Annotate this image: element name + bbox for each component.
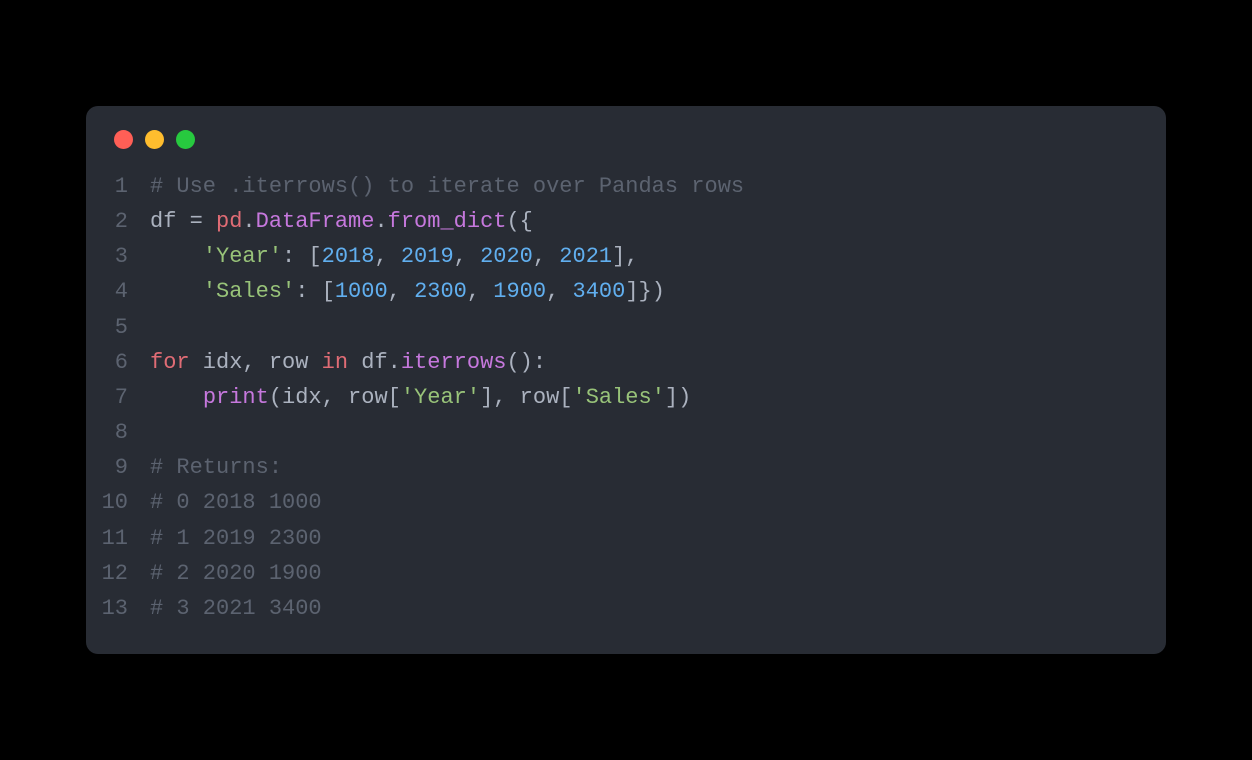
code-line[interactable]: 13# 3 2021 3400 [86, 591, 1166, 626]
code-token: 3400 [573, 279, 626, 304]
code-content[interactable]: 'Year': [2018, 2019, 2020, 2021], [150, 239, 639, 274]
code-token: iterrows [401, 350, 507, 375]
code-content[interactable]: # Returns: [150, 450, 282, 485]
code-line[interactable]: 6for idx, row in df.iterrows(): [86, 345, 1166, 380]
code-content[interactable]: df = pd.DataFrame.from_dict({ [150, 204, 533, 239]
code-line[interactable]: 8 [86, 415, 1166, 450]
code-token: from_dict [388, 209, 507, 234]
code-window: 1# Use .iterrows() to iterate over Panda… [86, 106, 1166, 654]
code-token: in [322, 350, 348, 375]
code-content[interactable]: 'Sales': [1000, 2300, 1900, 3400]}) [150, 274, 665, 309]
line-number: 11 [86, 521, 150, 556]
code-token: (): [506, 350, 546, 375]
code-token: 1000 [335, 279, 388, 304]
code-token: , [374, 244, 400, 269]
code-token: ], row[ [480, 385, 572, 410]
line-number: 12 [86, 556, 150, 591]
code-token: = [190, 209, 203, 234]
code-token: # Returns: [150, 455, 282, 480]
code-line[interactable]: 11# 1 2019 2300 [86, 521, 1166, 556]
minimize-icon[interactable] [145, 130, 164, 149]
code-line[interactable]: 2df = pd.DataFrame.from_dict({ [86, 204, 1166, 239]
code-token: 'Year' [203, 244, 282, 269]
maximize-icon[interactable] [176, 130, 195, 149]
code-token: ]}) [625, 279, 665, 304]
code-token: # 2 2020 1900 [150, 561, 322, 586]
line-number: 5 [86, 310, 150, 345]
code-token: : [ [295, 279, 335, 304]
line-number: 6 [86, 345, 150, 380]
line-number: 13 [86, 591, 150, 626]
line-number: 4 [86, 274, 150, 309]
code-content[interactable]: for idx, row in df.iterrows(): [150, 345, 546, 380]
code-token: 2300 [414, 279, 467, 304]
code-token: ({ [506, 209, 532, 234]
line-number: 9 [86, 450, 150, 485]
code-content[interactable]: print(idx, row['Year'], row['Sales']) [150, 380, 691, 415]
code-token: pd [203, 209, 243, 234]
code-content[interactable]: # 2 2020 1900 [150, 556, 322, 591]
code-token: , [546, 279, 572, 304]
code-content[interactable]: # 3 2021 3400 [150, 591, 322, 626]
code-token [150, 279, 203, 304]
code-token: 'Sales' [203, 279, 295, 304]
code-token: 2020 [480, 244, 533, 269]
window-controls [86, 130, 1166, 169]
code-token: 2018 [322, 244, 375, 269]
code-line[interactable]: 7 print(idx, row['Year'], row['Sales']) [86, 380, 1166, 415]
code-token: , [467, 279, 493, 304]
code-line[interactable]: 10# 0 2018 1000 [86, 485, 1166, 520]
close-icon[interactable] [114, 130, 133, 149]
code-token: 'Year' [401, 385, 480, 410]
code-token: # 1 2019 2300 [150, 526, 322, 551]
code-line[interactable]: 5 [86, 310, 1166, 345]
code-token: 2019 [401, 244, 454, 269]
code-token: ], [612, 244, 638, 269]
code-content[interactable]: # 0 2018 1000 [150, 485, 322, 520]
code-token: df [348, 350, 388, 375]
code-token: for [150, 350, 190, 375]
line-number: 3 [86, 239, 150, 274]
code-token: # 3 2021 3400 [150, 596, 322, 621]
code-token: ]) [665, 385, 691, 410]
code-token: # Use .iterrows() to iterate over Pandas… [150, 174, 744, 199]
code-line[interactable]: 12# 2 2020 1900 [86, 556, 1166, 591]
line-number: 10 [86, 485, 150, 520]
code-token: . [242, 209, 255, 234]
code-token: DataFrame [256, 209, 375, 234]
code-line[interactable]: 4 'Sales': [1000, 2300, 1900, 3400]}) [86, 274, 1166, 309]
code-line[interactable]: 1# Use .iterrows() to iterate over Panda… [86, 169, 1166, 204]
code-token: 2021 [559, 244, 612, 269]
code-editor[interactable]: 1# Use .iterrows() to iterate over Panda… [86, 169, 1166, 626]
code-token: , [388, 279, 414, 304]
code-token [150, 385, 203, 410]
line-number: 8 [86, 415, 150, 450]
code-token: # 0 2018 1000 [150, 490, 322, 515]
line-number: 7 [86, 380, 150, 415]
code-token: (idx, row[ [269, 385, 401, 410]
code-token [150, 244, 203, 269]
code-token: , [533, 244, 559, 269]
code-token: idx, row [190, 350, 322, 375]
line-number: 1 [86, 169, 150, 204]
code-token: df [150, 209, 190, 234]
code-token: 'Sales' [573, 385, 665, 410]
code-token: , [454, 244, 480, 269]
code-line[interactable]: 9# Returns: [86, 450, 1166, 485]
code-token: . [388, 350, 401, 375]
code-content[interactable]: # Use .iterrows() to iterate over Pandas… [150, 169, 744, 204]
code-token: . [374, 209, 387, 234]
code-line[interactable]: 3 'Year': [2018, 2019, 2020, 2021], [86, 239, 1166, 274]
code-content[interactable]: # 1 2019 2300 [150, 521, 322, 556]
code-token: print [203, 385, 269, 410]
code-token: : [ [282, 244, 322, 269]
code-token: 1900 [493, 279, 546, 304]
line-number: 2 [86, 204, 150, 239]
